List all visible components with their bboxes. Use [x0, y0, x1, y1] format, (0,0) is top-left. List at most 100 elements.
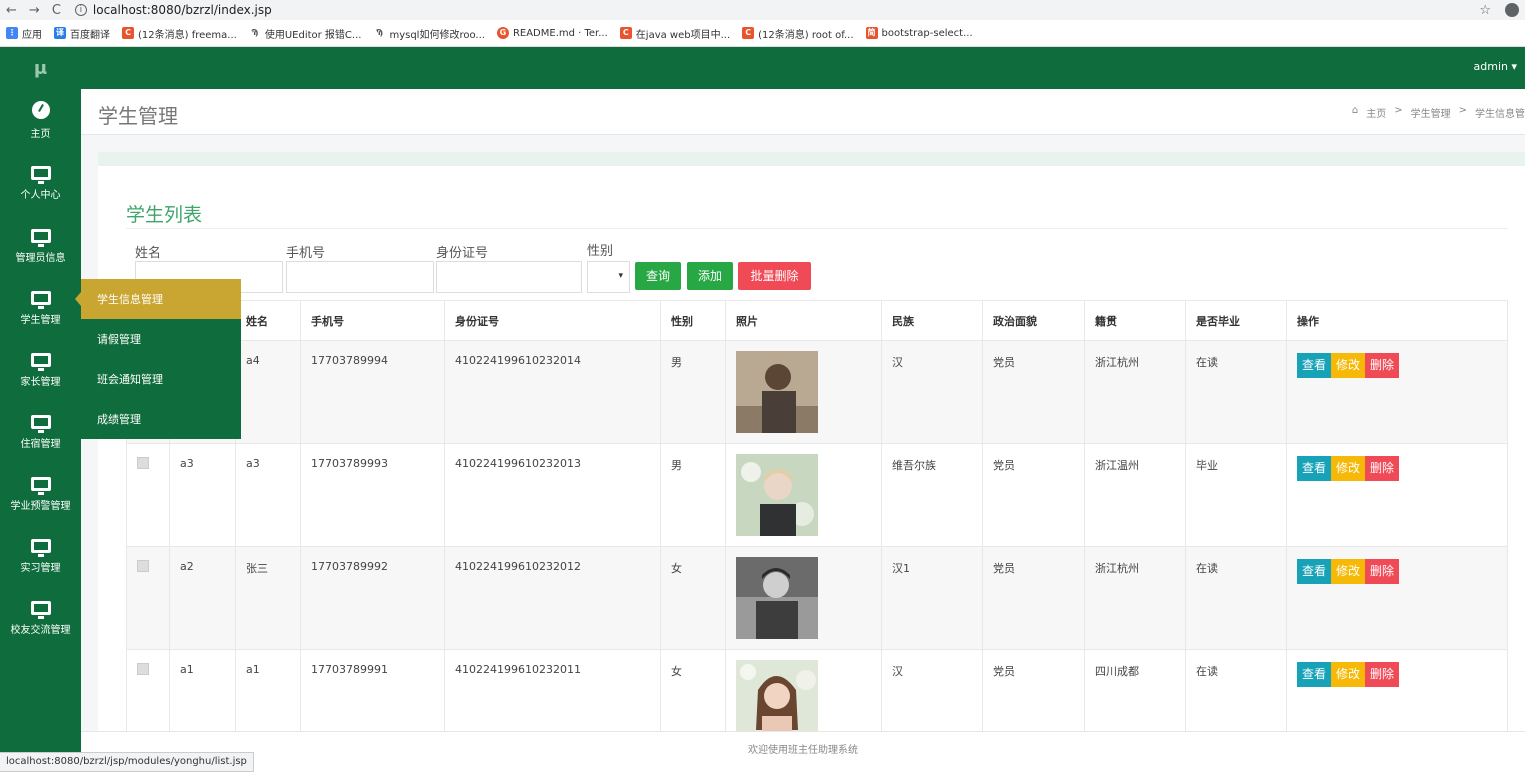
- home-icon: ⌂: [1351, 105, 1359, 116]
- sidebar: μ 主页 个人中心 管理员信息 学生管理 家长管理 住宿管理 学业预警管理 实习…: [0, 47, 81, 752]
- gender-select[interactable]: ▾: [587, 261, 630, 293]
- table-row: a2 张三 17703789992 410224199610232012 女 汉…: [126, 546, 1508, 650]
- info-icon[interactable]: i: [74, 4, 87, 16]
- bookmark-item[interactable]: C 在java web项目中...: [619, 26, 730, 41]
- sidebar-item-profile[interactable]: 个人中心: [0, 151, 81, 215]
- apps-grid-icon: ⋮: [6, 27, 18, 39]
- edit-button[interactable]: 修改: [1331, 559, 1366, 584]
- edit-button[interactable]: 修改: [1331, 456, 1366, 481]
- sidebar-item-alumni[interactable]: 校友交流管理: [0, 587, 81, 649]
- student-photo: [736, 660, 818, 742]
- column-header-politics: 政治面貌: [982, 300, 1085, 341]
- column-header-name: 姓名: [235, 300, 301, 341]
- phone-cell: 17703789992: [300, 546, 445, 650]
- breadcrumb-students[interactable]: 学生管理: [1411, 105, 1451, 120]
- student-table: 姓名 手机号 身份证号 性别 照片 民族 政治面貌 籍贯 是否毕业 操作 a4 …: [126, 300, 1508, 753]
- actions-cell: 查看 修改 删除: [1286, 340, 1508, 444]
- hometown-cell: 浙江杭州: [1084, 546, 1186, 650]
- reload-icon[interactable]: C: [52, 3, 61, 18]
- student-list-card: 学生列表 姓名 手机号 身份证号 性别 ▾ 查询 添加 批量删除 姓名 手机号 …: [98, 152, 1525, 753]
- delete-button[interactable]: 删除: [1365, 559, 1400, 584]
- submenu-pointer: [75, 292, 81, 306]
- monitor-icon: [30, 600, 51, 619]
- graduated-cell: 毕业: [1185, 443, 1287, 547]
- delete-button[interactable]: 删除: [1365, 353, 1400, 378]
- forward-icon[interactable]: →: [29, 3, 40, 18]
- idcard-cell: 410224199610232013: [444, 443, 661, 547]
- bookmark-item[interactable]: 译百度翻译: [54, 26, 110, 41]
- name-cell: a4: [235, 340, 301, 444]
- ethnicity-cell: 维吾尔族: [881, 443, 983, 547]
- name-cell: a3: [235, 443, 301, 547]
- footer: 欢迎使用班主任助理系统: [81, 731, 1525, 772]
- submenu-item-grades[interactable]: 成绩管理: [81, 399, 241, 439]
- bookmark-item[interactable]: Ϡ 使用UEditor 报错C...: [248, 26, 361, 41]
- photo-cell: [725, 340, 882, 444]
- bookmark-item[interactable]: 简 bootstrap-select...: [865, 27, 973, 39]
- monitor-icon: [30, 228, 51, 247]
- photo-cell: [725, 443, 882, 547]
- bookmarks-bar: ⋮ 应用 译百度翻译 C (12条消息) freema... Ϡ 使用UEditor …: [0, 20, 1525, 47]
- view-button[interactable]: 查看: [1297, 353, 1332, 378]
- sidebar-item-dorm[interactable]: 住宿管理: [0, 401, 81, 463]
- view-button[interactable]: 查看: [1297, 559, 1332, 584]
- account-cell: a3: [169, 443, 236, 547]
- column-header-ethnicity: 民族: [881, 300, 983, 341]
- actions-cell: 查看 修改 删除: [1286, 546, 1508, 650]
- sidebar-item-students[interactable]: 学生管理: [0, 277, 81, 339]
- bookmark-item[interactable]: C (12条消息) root of...: [742, 26, 854, 41]
- bookmark-apps[interactable]: ⋮ 应用: [6, 26, 42, 41]
- account-cell: a2: [169, 546, 236, 650]
- add-button[interactable]: 添加: [687, 262, 733, 290]
- table-header-row: 姓名 手机号 身份证号 性别 照片 民族 政治面貌 籍贯 是否毕业 操作: [126, 300, 1508, 341]
- browser-toolbar: ← → C i localhost:8080/bzrzl/index.jsp ☆: [0, 0, 1525, 20]
- phone-label: 手机号: [286, 246, 326, 261]
- address-bar[interactable]: i localhost:8080/bzrzl/index.jsp: [74, 3, 272, 17]
- sidebar-item-admin[interactable]: 管理员信息: [0, 215, 81, 277]
- name-label: 姓名: [135, 246, 162, 261]
- sidebar-item-internship[interactable]: 实习管理: [0, 525, 81, 587]
- idcard-cell: 410224199610232012: [444, 546, 661, 650]
- row-checkbox[interactable]: [137, 560, 149, 572]
- submenu-item-leave[interactable]: 请假管理: [81, 319, 241, 359]
- column-header-actions: 操作: [1286, 300, 1508, 341]
- sidebar-item-home[interactable]: 主页: [0, 89, 81, 151]
- top-header: admin ▾: [81, 47, 1525, 89]
- link-status-bar: localhost:8080/bzrzl/jsp/modules/yonghu/…: [0, 752, 254, 772]
- sidebar-item-academic-warning[interactable]: 学业预警管理: [0, 463, 81, 525]
- breadcrumb-current: 学生信息管: [1475, 109, 1525, 120]
- bookmark-item[interactable]: G README.md · Ter...: [496, 27, 608, 39]
- submenu-item-class-notice[interactable]: 班会通知管理: [81, 359, 241, 399]
- view-button[interactable]: 查看: [1297, 662, 1332, 687]
- idcard-input[interactable]: [436, 261, 582, 293]
- bookmark-item[interactable]: Ϡmysql如何修改roo...: [373, 26, 485, 41]
- politics-cell: 党员: [982, 546, 1085, 650]
- user-menu[interactable]: admin ▾: [1474, 60, 1517, 73]
- star-icon[interactable]: ☆: [1479, 3, 1491, 18]
- phone-cell: 17703789993: [300, 443, 445, 547]
- delete-button[interactable]: 删除: [1365, 456, 1400, 481]
- csdn-icon: C: [122, 27, 134, 39]
- delete-button[interactable]: 删除: [1365, 662, 1400, 687]
- actions-cell: 查看 修改 删除: [1286, 443, 1508, 547]
- row-checkbox[interactable]: [137, 457, 149, 469]
- submenu-item-student-info[interactable]: 学生信息管理: [81, 279, 241, 319]
- row-checkbox[interactable]: [137, 663, 149, 675]
- back-icon[interactable]: ←: [6, 3, 17, 18]
- sidebar-item-parents[interactable]: 家长管理: [0, 339, 81, 401]
- profile-icon[interactable]: [1505, 3, 1519, 17]
- batch-delete-button[interactable]: 批量删除: [738, 262, 811, 290]
- query-button[interactable]: 查询: [635, 262, 681, 290]
- edit-button[interactable]: 修改: [1331, 353, 1366, 378]
- edit-button[interactable]: 修改: [1331, 662, 1366, 687]
- student-photo: [736, 557, 818, 639]
- breadcrumb-home[interactable]: 主页: [1366, 105, 1386, 120]
- monitor-icon: [30, 165, 51, 184]
- view-button[interactable]: 查看: [1297, 456, 1332, 481]
- column-header-idcard: 身份证号: [444, 300, 661, 341]
- phone-input[interactable]: [286, 261, 434, 293]
- gender-cell: 男: [660, 443, 726, 547]
- bookmark-item[interactable]: C (12条消息) freema...: [122, 26, 237, 41]
- monitor-icon: [30, 538, 51, 557]
- address-text: localhost:8080/bzrzl/index.jsp: [92, 3, 272, 17]
